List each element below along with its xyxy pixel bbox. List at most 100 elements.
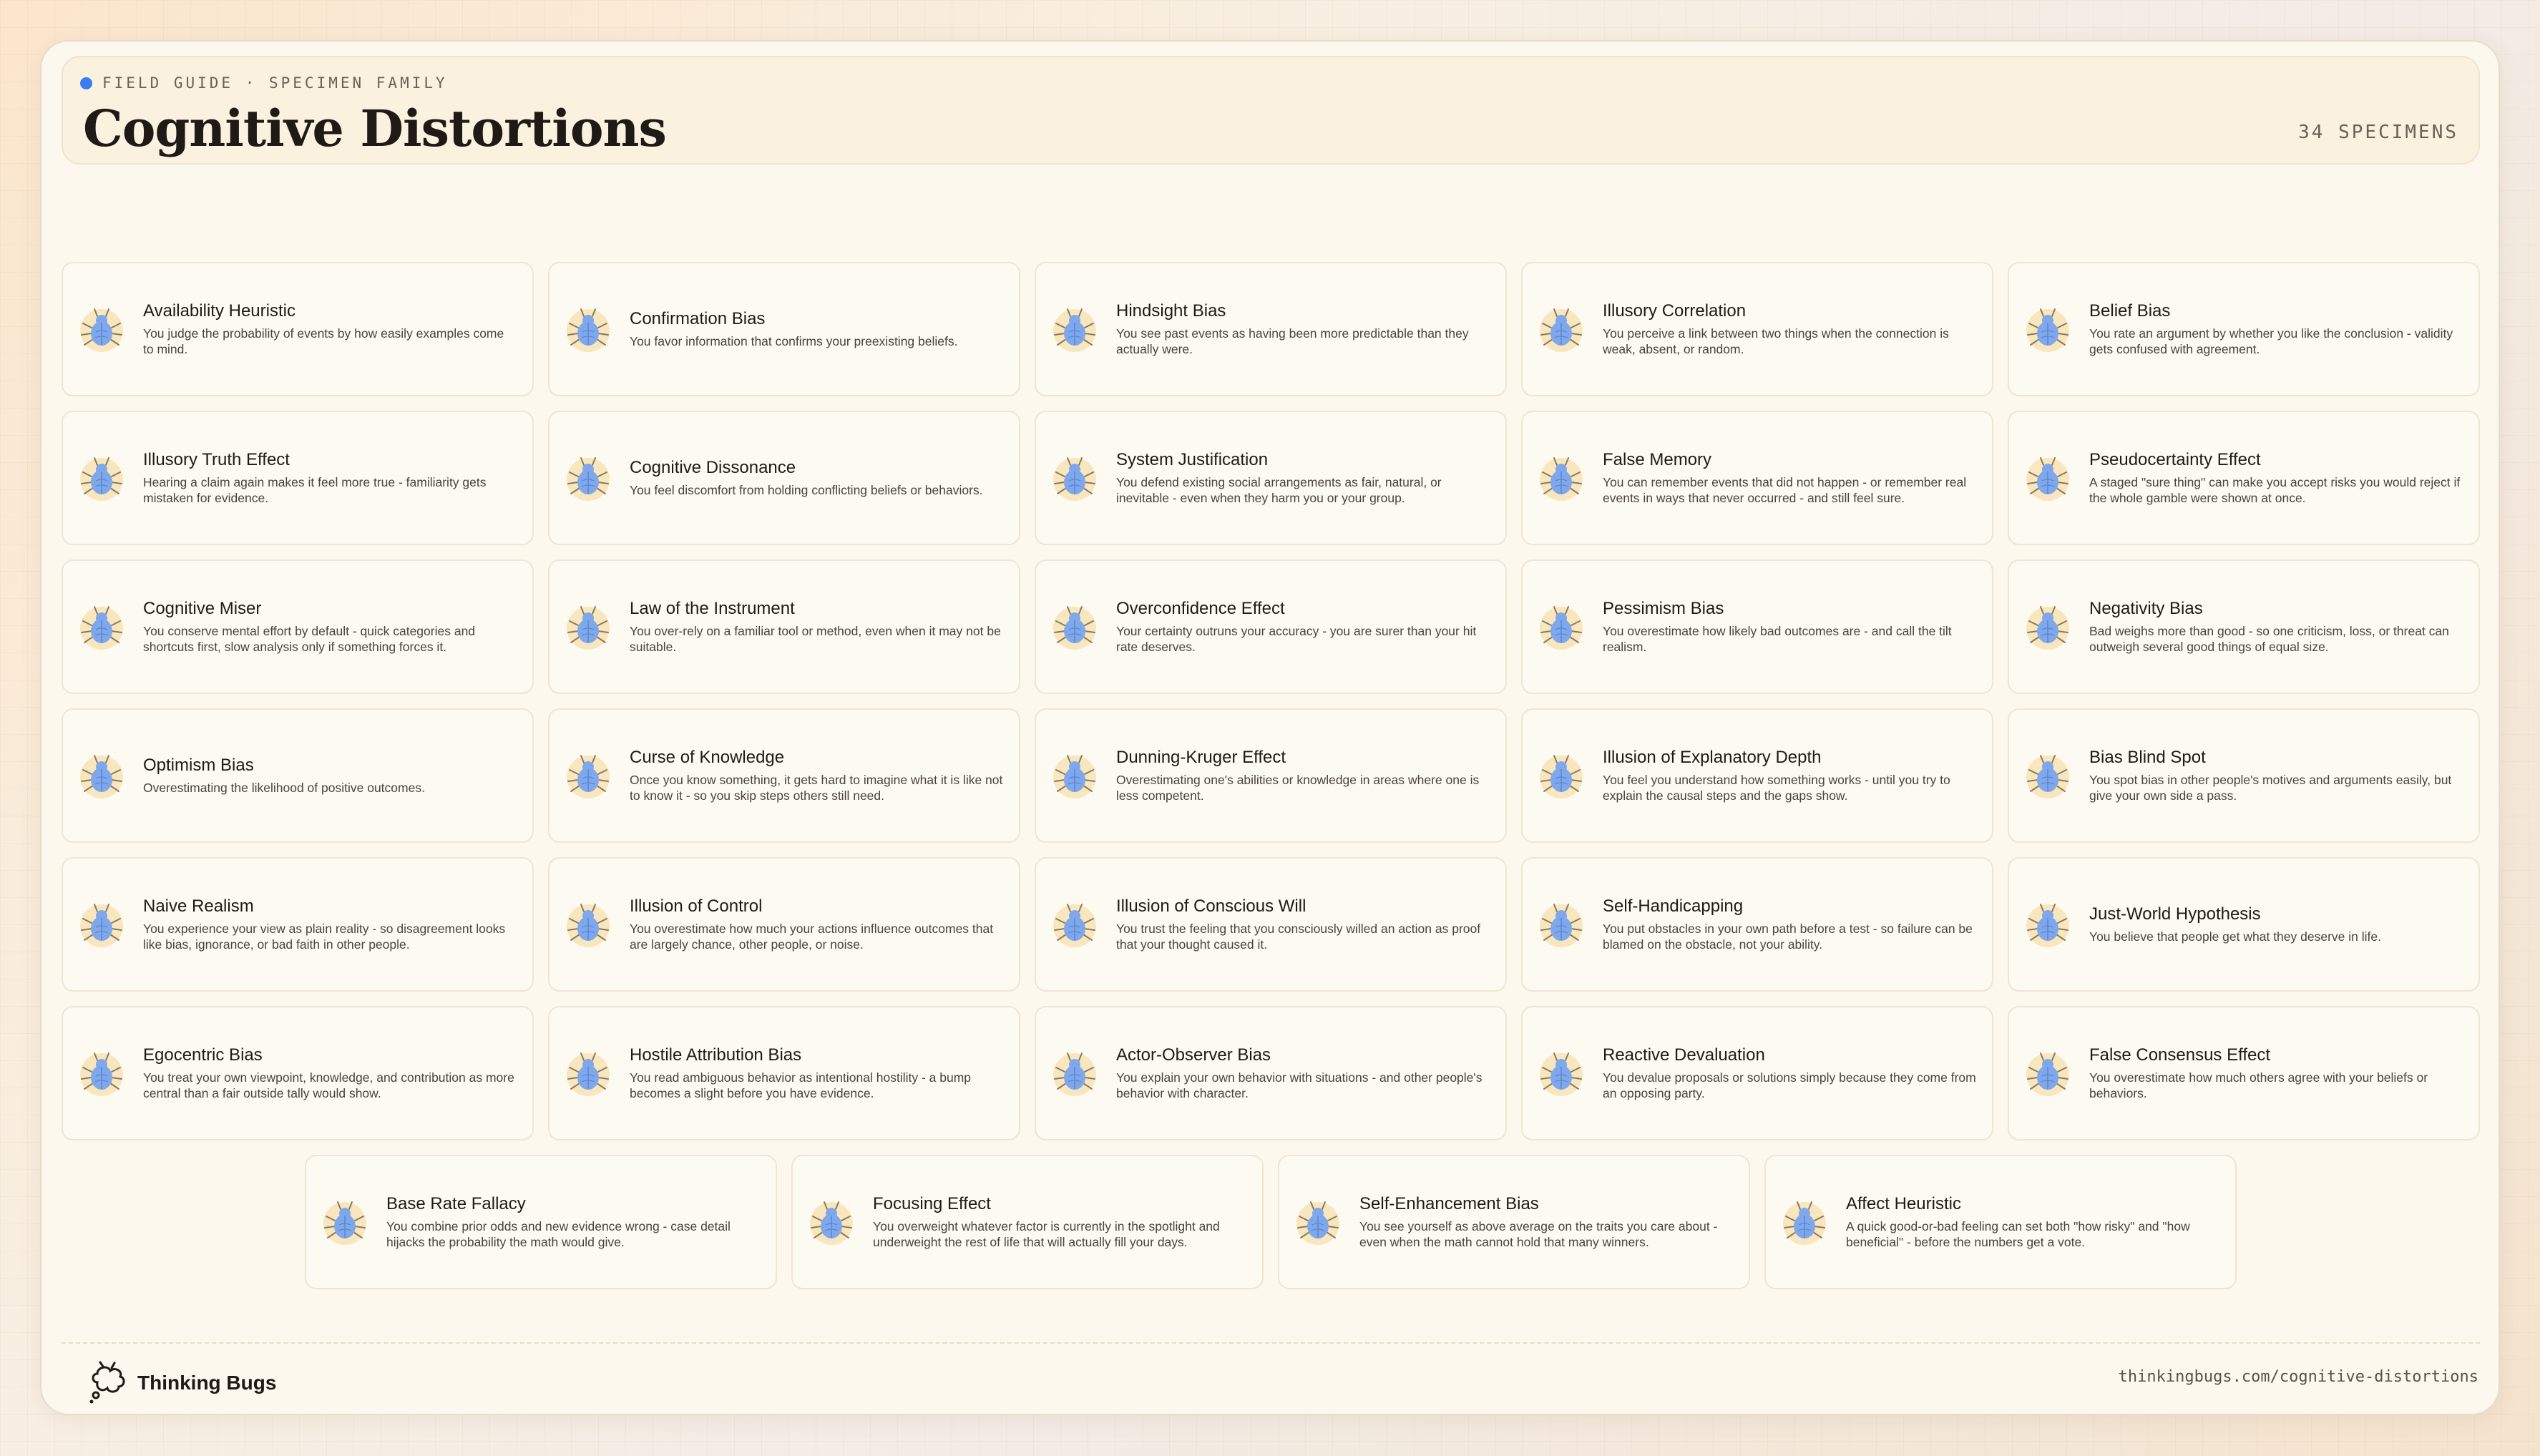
specimen-description: You rate an argument by whether you like… bbox=[2089, 326, 2453, 356]
footer-brand[interactable]: Thinking Bugs bbox=[87, 1361, 276, 1405]
page-title: Cognitive Distortions bbox=[83, 99, 667, 158]
bug-icon bbox=[1296, 1201, 1339, 1245]
specimen-card[interactable]: Self-Handicapping You put obstacles in y… bbox=[1521, 857, 1993, 992]
bug-icon bbox=[1053, 904, 1096, 947]
specimen-description: You judge the probability of events by h… bbox=[143, 326, 504, 356]
specimen-description: A quick good-or-bad feeling can set both… bbox=[1846, 1219, 2190, 1249]
specimen-text: Focusing Effect You overweight whatever … bbox=[873, 1194, 1246, 1250]
specimen-text: Cognitive Dissonance You feel discomfort… bbox=[630, 458, 1003, 498]
specimen-text: False Consensus Effect You overestimate … bbox=[2089, 1045, 2463, 1101]
specimen-name: Self-Enhancement Bias bbox=[1359, 1194, 1539, 1213]
specimen-card[interactable]: Hindsight Bias You see past events as ha… bbox=[1035, 262, 1507, 396]
specimen-text: Curse of Knowledge Once you know somethi… bbox=[630, 748, 1003, 803]
specimen-card[interactable]: Reactive Devaluation You devalue proposa… bbox=[1521, 1006, 1993, 1140]
specimen-name: Naive Realism bbox=[143, 896, 254, 916]
specimen-card[interactable]: Pseudocertainty Effect A staged "sure th… bbox=[2008, 411, 2480, 545]
specimen-text: Negativity Bias Bad weighs more than goo… bbox=[2089, 599, 2463, 655]
specimen-name: Overconfidence Effect bbox=[1116, 599, 1285, 618]
specimen-card[interactable]: Pessimism Bias You overestimate how like… bbox=[1521, 560, 1993, 694]
footer-url-link[interactable]: thinkingbugs.com/cognitive-distortions bbox=[2119, 1368, 2478, 1386]
specimen-description: You trust the feeling that you conscious… bbox=[1116, 922, 1481, 952]
specimen-name: Cognitive Dissonance bbox=[630, 458, 796, 477]
specimen-card[interactable]: Negativity Bias Bad weighs more than goo… bbox=[2008, 560, 2480, 694]
specimen-card[interactable]: Confirmation Bias You favor information … bbox=[548, 262, 1020, 396]
specimen-card[interactable]: Naive Realism You experience your view a… bbox=[62, 857, 534, 992]
specimen-card[interactable]: Cognitive Miser You conserve mental effo… bbox=[62, 560, 534, 694]
specimen-text: Illusion of Control You overestimate how… bbox=[630, 896, 1003, 952]
specimen-name: System Justification bbox=[1116, 450, 1269, 469]
specimen-name: Optimism Bias bbox=[143, 756, 254, 775]
specimen-description: You explain your own behavior with situa… bbox=[1116, 1070, 1483, 1100]
specimen-card[interactable]: Illusory Correlation You perceive a link… bbox=[1521, 262, 1993, 396]
specimen-card[interactable]: Cognitive Dissonance You feel discomfort… bbox=[548, 411, 1020, 545]
bug-icon bbox=[2026, 308, 2069, 352]
specimen-description: You believe that people get what they de… bbox=[2089, 929, 2381, 944]
specimen-card[interactable]: Base Rate Fallacy You combine prior odds… bbox=[305, 1155, 777, 1289]
specimen-card[interactable]: Availability Heuristic You judge the pro… bbox=[62, 262, 534, 396]
specimen-name: Illusion of Control bbox=[630, 896, 763, 916]
bug-icon bbox=[1540, 755, 1583, 798]
specimen-name: Pseudocertainty Effect bbox=[2089, 450, 2261, 469]
specimen-card[interactable]: Illusion of Control You overestimate how… bbox=[548, 857, 1020, 992]
specimen-description: You see past events as having been more … bbox=[1116, 326, 1469, 356]
specimen-name: Pessimism Bias bbox=[1603, 599, 1724, 618]
specimen-text: Base Rate Fallacy You combine prior odds… bbox=[386, 1194, 760, 1250]
bug-icon bbox=[80, 606, 123, 650]
specimen-card[interactable]: Bias Blind Spot You spot bias in other p… bbox=[2008, 708, 2480, 843]
footer-divider bbox=[62, 1342, 2480, 1344]
specimen-name: Dunning-Kruger Effect bbox=[1116, 748, 1286, 767]
specimen-card[interactable]: Focusing Effect You overweight whatever … bbox=[791, 1155, 1264, 1289]
specimen-card[interactable]: Actor-Observer Bias You explain your own… bbox=[1035, 1006, 1507, 1140]
specimen-card[interactable]: False Memory You can remember events tha… bbox=[1521, 411, 1993, 545]
specimen-text: Bias Blind Spot You spot bias in other p… bbox=[2089, 748, 2463, 803]
specimen-card[interactable]: Self-Enhancement Bias You see yourself a… bbox=[1278, 1155, 1750, 1289]
specimen-description: You can remember events that did not hap… bbox=[1603, 475, 1967, 505]
specimen-name: Bias Blind Spot bbox=[2089, 748, 2206, 767]
specimen-text: System Justification You defend existing… bbox=[1116, 450, 1490, 506]
specimen-card[interactable]: Dunning-Kruger Effect Overestimating one… bbox=[1035, 708, 1507, 843]
specimen-description: Hearing a claim again makes it feel more… bbox=[143, 475, 487, 505]
specimen-card[interactable]: Law of the Instrument You over-rely on a… bbox=[548, 560, 1020, 694]
bug-icon bbox=[1783, 1201, 1826, 1245]
bug-icon bbox=[567, 1052, 610, 1096]
bug-icon bbox=[2026, 755, 2069, 798]
specimen-name: Hindsight Bias bbox=[1116, 301, 1226, 321]
specimen-card[interactable]: Egocentric Bias You treat your own viewp… bbox=[62, 1006, 534, 1140]
eyebrow: FIELD GUIDE · SPECIMEN FAMILY bbox=[80, 74, 448, 92]
specimen-text: Affect Heuristic A quick good-or-bad fee… bbox=[1846, 1194, 2219, 1250]
specimen-text: Overconfidence Effect Your certainty out… bbox=[1116, 599, 1490, 655]
bug-icon bbox=[1540, 308, 1583, 352]
specimen-card[interactable]: Overconfidence Effect Your certainty out… bbox=[1035, 560, 1507, 694]
specimen-text: Illusory Correlation You perceive a link… bbox=[1603, 301, 1976, 357]
specimen-name: Availability Heuristic bbox=[143, 301, 295, 321]
bug-icon bbox=[567, 457, 610, 501]
specimen-name: Egocentric Bias bbox=[143, 1045, 263, 1065]
specimen-card[interactable]: Belief Bias You rate an argument by whet… bbox=[2008, 262, 2480, 396]
specimen-card[interactable]: Just-World Hypothesis You believe that p… bbox=[2008, 857, 2480, 992]
specimen-card[interactable]: System Justification You defend existing… bbox=[1035, 411, 1507, 545]
specimen-text: Naive Realism You experience your view a… bbox=[143, 896, 517, 952]
specimen-description: You devalue proposals or solutions simpl… bbox=[1603, 1070, 1976, 1100]
specimen-text: Hostile Attribution Bias You read ambigu… bbox=[630, 1045, 1003, 1101]
page-header: FIELD GUIDE · SPECIMEN FAMILY Cognitive … bbox=[62, 56, 2480, 165]
specimen-text: Illusory Truth Effect Hearing a claim ag… bbox=[143, 450, 517, 506]
specimen-description: Once you know something, it gets hard to… bbox=[630, 773, 1003, 803]
specimen-card[interactable]: Illusory Truth Effect Hearing a claim ag… bbox=[62, 411, 534, 545]
bug-icon bbox=[80, 457, 123, 501]
specimen-name: False Consensus Effect bbox=[2089, 1045, 2271, 1065]
specimen-card[interactable]: Illusion of Explanatory Depth You feel y… bbox=[1521, 708, 1993, 843]
specimen-text: False Memory You can remember events tha… bbox=[1603, 450, 1976, 506]
specimen-card[interactable]: Optimism Bias Overestimating the likelih… bbox=[62, 708, 534, 843]
specimen-name: Reactive Devaluation bbox=[1603, 1045, 1765, 1065]
bug-icon bbox=[567, 755, 610, 798]
specimen-card[interactable]: Curse of Knowledge Once you know somethi… bbox=[548, 708, 1020, 843]
specimen-card[interactable]: Affect Heuristic A quick good-or-bad fee… bbox=[1764, 1155, 2237, 1289]
specimen-description: You overestimate how much your actions i… bbox=[630, 922, 994, 952]
specimen-card[interactable]: Hostile Attribution Bias You read ambigu… bbox=[548, 1006, 1020, 1140]
specimen-text: Pessimism Bias You overestimate how like… bbox=[1603, 599, 1976, 655]
bug-icon bbox=[1540, 457, 1583, 501]
brand-name: Thinking Bugs bbox=[137, 1372, 277, 1394]
specimen-card[interactable]: False Consensus Effect You overestimate … bbox=[2008, 1006, 2480, 1140]
specimen-card[interactable]: Illusion of Conscious Will You trust the… bbox=[1035, 857, 1507, 992]
specimen-name: False Memory bbox=[1603, 450, 1712, 469]
